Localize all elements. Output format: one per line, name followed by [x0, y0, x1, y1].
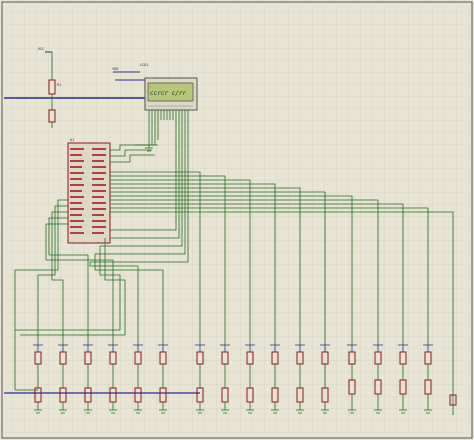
- lcd-module[interactable]: ccrcr c/rr: [144, 77, 198, 111]
- svg-text:VDD: VDD: [112, 67, 118, 71]
- svg-text:R1: R1: [57, 83, 61, 87]
- schematic-canvas[interactable]: VCC R1 VDD LCD1 ccrcr c/rr U1: [0, 0, 474, 440]
- svg-text:VCC: VCC: [38, 47, 44, 51]
- lcd-display-text: ccrcr c/rr: [150, 90, 187, 97]
- svg-text:LCD1: LCD1: [140, 63, 148, 67]
- svg-text:U1: U1: [70, 138, 74, 142]
